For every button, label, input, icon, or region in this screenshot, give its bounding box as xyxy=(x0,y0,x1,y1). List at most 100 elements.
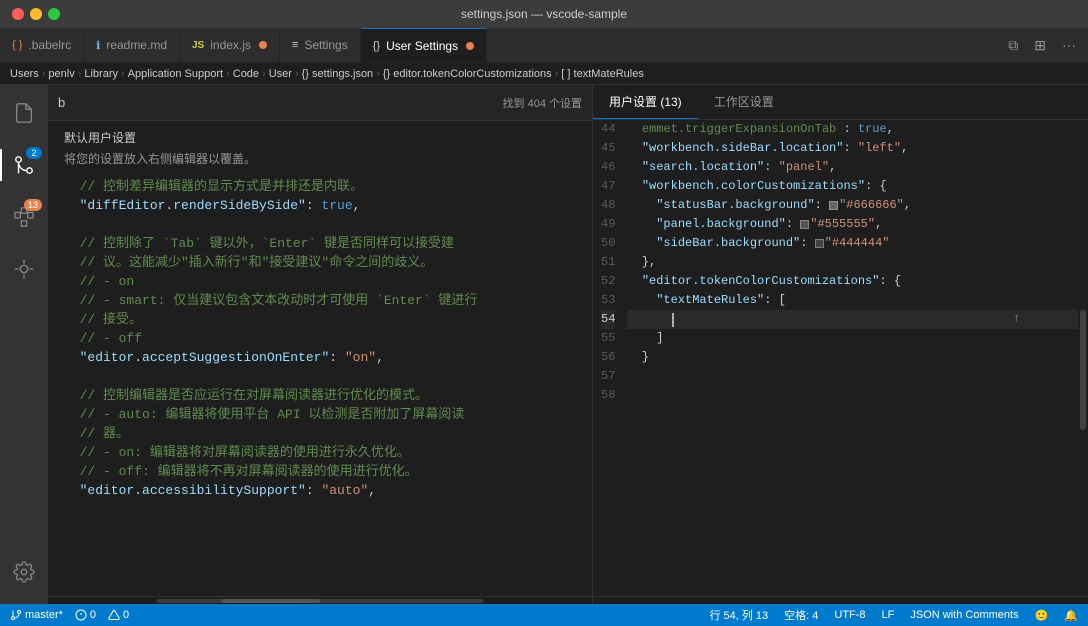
tab-workspace-settings[interactable]: 工作区设置 xyxy=(698,85,790,119)
tab-actions: ⧉ ⊞ ··· xyxy=(996,28,1088,62)
maximize-button[interactable] xyxy=(48,8,60,20)
git-branch-icon xyxy=(10,609,22,621)
language-label: JSON with Comments xyxy=(910,609,1018,621)
notifications-button[interactable]: 🔔 xyxy=(1062,609,1080,622)
main-layout: 2 13 xyxy=(0,85,1088,604)
right-editor[interactable]: 44 45 46 47 48 49 50 51 52 53 54 55 xyxy=(593,120,1088,596)
scroll-track xyxy=(157,599,483,603)
breadcrumb-library[interactable]: Library xyxy=(84,68,118,80)
code-line-47: "workbench.colorCustomizations": { xyxy=(627,177,1080,196)
encoding[interactable]: UTF-8 xyxy=(832,609,867,621)
tab-babelrc[interactable]: { } .babelrc xyxy=(0,28,84,62)
bell-icon: 🔔 xyxy=(1064,609,1078,622)
breadcrumb-user[interactable]: User xyxy=(269,68,292,80)
files-icon[interactable] xyxy=(0,89,48,137)
code-line-45: "workbench.sideBar.location": "left", xyxy=(627,139,1080,158)
line-ending[interactable]: LF xyxy=(880,609,897,621)
smiley-icon: 🙂 xyxy=(1035,609,1049,622)
tab-readme[interactable]: ℹ readme.md xyxy=(84,28,180,62)
minimize-button[interactable] xyxy=(30,8,42,20)
code-line: // - off: 编辑器将不再对屏幕阅读器的使用进行优化。 xyxy=(64,462,576,481)
window-title: settings.json — vscode-sample xyxy=(461,7,627,21)
color-swatch-444 xyxy=(815,239,824,248)
breadcrumb-code[interactable]: Code xyxy=(233,68,259,80)
status-bar: master* 0 0 行 54, 列 13 空格: 4 UTF-8 xyxy=(0,604,1088,626)
braces-icon: {} xyxy=(373,40,380,52)
left-editor[interactable]: // 控制差异编辑器的显示方式是并排还是内联。 "diffEditor.rend… xyxy=(48,177,592,596)
code-lines: 44 45 46 47 48 49 50 51 52 53 54 55 xyxy=(593,120,1088,596)
code-line-44: emmet.triggerExpansionOnTab : true, xyxy=(627,120,1080,139)
title-bar: settings.json — vscode-sample xyxy=(0,0,1088,28)
code-line: // 控制编辑器是否应运行在对屏幕阅读器进行优化的模式。 xyxy=(64,386,576,405)
error-label: 0 xyxy=(90,609,96,621)
code-line: // 控制除了 `Tab` 键以外，`Enter` 键是否同样可以接受建 xyxy=(64,234,576,253)
code-line: // - on: 编辑器将对屏幕阅读器的使用进行永久优化。 xyxy=(64,443,576,462)
breadcrumb-textmaterules[interactable]: [ ] textMateRules xyxy=(561,68,644,80)
close-button[interactable] xyxy=(12,8,24,20)
code-line: // - smart: 仅当建议包含文本改动时才可使用 `Enter` 键进行 xyxy=(64,291,576,310)
source-control-icon[interactable]: 2 xyxy=(0,141,48,189)
code-line-53: "textMateRules": [ xyxy=(627,291,1080,310)
code-line-52: "editor.tokenColorCustomizations": { xyxy=(627,272,1080,291)
warning-count[interactable]: 0 xyxy=(106,609,131,621)
git-branch[interactable]: master* xyxy=(8,609,65,621)
code-line: "editor.acceptSuggestionOnEnter": "on", xyxy=(64,348,576,367)
breadcrumb-settings-json[interactable]: {} settings.json xyxy=(302,68,374,80)
layout-button[interactable]: ⊞ xyxy=(1030,35,1050,56)
tab-label: readme.md xyxy=(106,38,167,52)
code-line-54: ↑ xyxy=(627,310,1080,329)
tab-user-settings-right[interactable]: 用户设置 (13) xyxy=(593,85,698,119)
code-line-58 xyxy=(627,386,1080,405)
tab-label: User Settings xyxy=(386,39,458,53)
extensions-icon[interactable]: 13 xyxy=(0,193,48,241)
code-line-56: } xyxy=(627,348,1080,367)
tab-label: Settings xyxy=(304,38,347,52)
tab-label: 用户设置 (13) xyxy=(609,93,682,110)
right-scrollbar[interactable] xyxy=(1078,120,1088,596)
position-label: 行 54, 列 13 xyxy=(709,607,768,623)
left-panel-subtitle: 将您的设置放入右侧编辑器以覆盖。 xyxy=(48,150,592,177)
breadcrumb-tokencustom[interactable]: {} editor.tokenColorCustomizations xyxy=(383,68,552,80)
status-right: 行 54, 列 13 空格: 4 UTF-8 LF JSON with Comm… xyxy=(707,607,1080,623)
code-line: // 议。这能减少"插入新行"和"接受建议"命令之间的歧义。 xyxy=(64,253,576,272)
error-count[interactable]: 0 xyxy=(73,609,98,621)
settings-search-bar: 找到 404 个设置 xyxy=(48,85,592,121)
code-line: // - off xyxy=(64,329,576,348)
settings-search-input[interactable] xyxy=(58,95,503,110)
cursor-tooltip: ↑ xyxy=(1013,310,1020,329)
code-line-55: ] xyxy=(627,329,1080,348)
code-line: // 接受。 xyxy=(64,310,576,329)
code-line: // 器。 xyxy=(64,424,576,443)
tab-user-settings[interactable]: {} User Settings xyxy=(361,28,487,62)
settings-icon[interactable] xyxy=(0,548,48,596)
tab-bar: { } .babelrc ℹ readme.md JS index.js ≡ S… xyxy=(0,28,1088,63)
tab-label: 工作区设置 xyxy=(714,93,774,110)
encoding-label: UTF-8 xyxy=(834,609,865,621)
status-left: master* 0 0 xyxy=(8,609,131,621)
breadcrumb-appsupport[interactable]: Application Support xyxy=(128,68,223,80)
spaces-label: 空格: 4 xyxy=(784,607,818,623)
right-scroll-bar[interactable] xyxy=(593,596,1088,604)
code-line-51: }, xyxy=(627,253,1080,272)
code-line: // - auto: 编辑器将使用平台 API 以检测是否附加了屏幕阅读 xyxy=(64,405,576,424)
more-actions-button[interactable]: ··· xyxy=(1058,35,1080,55)
code-line xyxy=(64,367,576,386)
line-numbers: 44 45 46 47 48 49 50 51 52 53 54 55 xyxy=(593,120,627,596)
indentation[interactable]: 空格: 4 xyxy=(782,607,820,623)
smiley-button[interactable]: 🙂 xyxy=(1033,609,1051,622)
color-swatch-555 xyxy=(800,220,809,229)
cursor xyxy=(672,313,674,327)
tab-indexjs[interactable]: JS index.js xyxy=(180,28,280,62)
unsaved-dot xyxy=(259,41,267,49)
breadcrumb-users[interactable]: Users xyxy=(10,68,39,80)
settings-icon: ≡ xyxy=(292,39,298,51)
search-result-count: 找到 404 个设置 xyxy=(503,95,582,111)
split-editor-button[interactable]: ⧉ xyxy=(1004,35,1022,56)
tab-settings[interactable]: ≡ Settings xyxy=(280,28,361,62)
left-scroll-bar[interactable] xyxy=(48,596,592,604)
language-mode[interactable]: JSON with Comments xyxy=(908,609,1020,621)
tab-label: index.js xyxy=(210,38,251,52)
breadcrumb-penlv[interactable]: penlv xyxy=(48,68,74,80)
remote-icon[interactable] xyxy=(0,245,48,293)
cursor-position[interactable]: 行 54, 列 13 xyxy=(707,607,770,623)
